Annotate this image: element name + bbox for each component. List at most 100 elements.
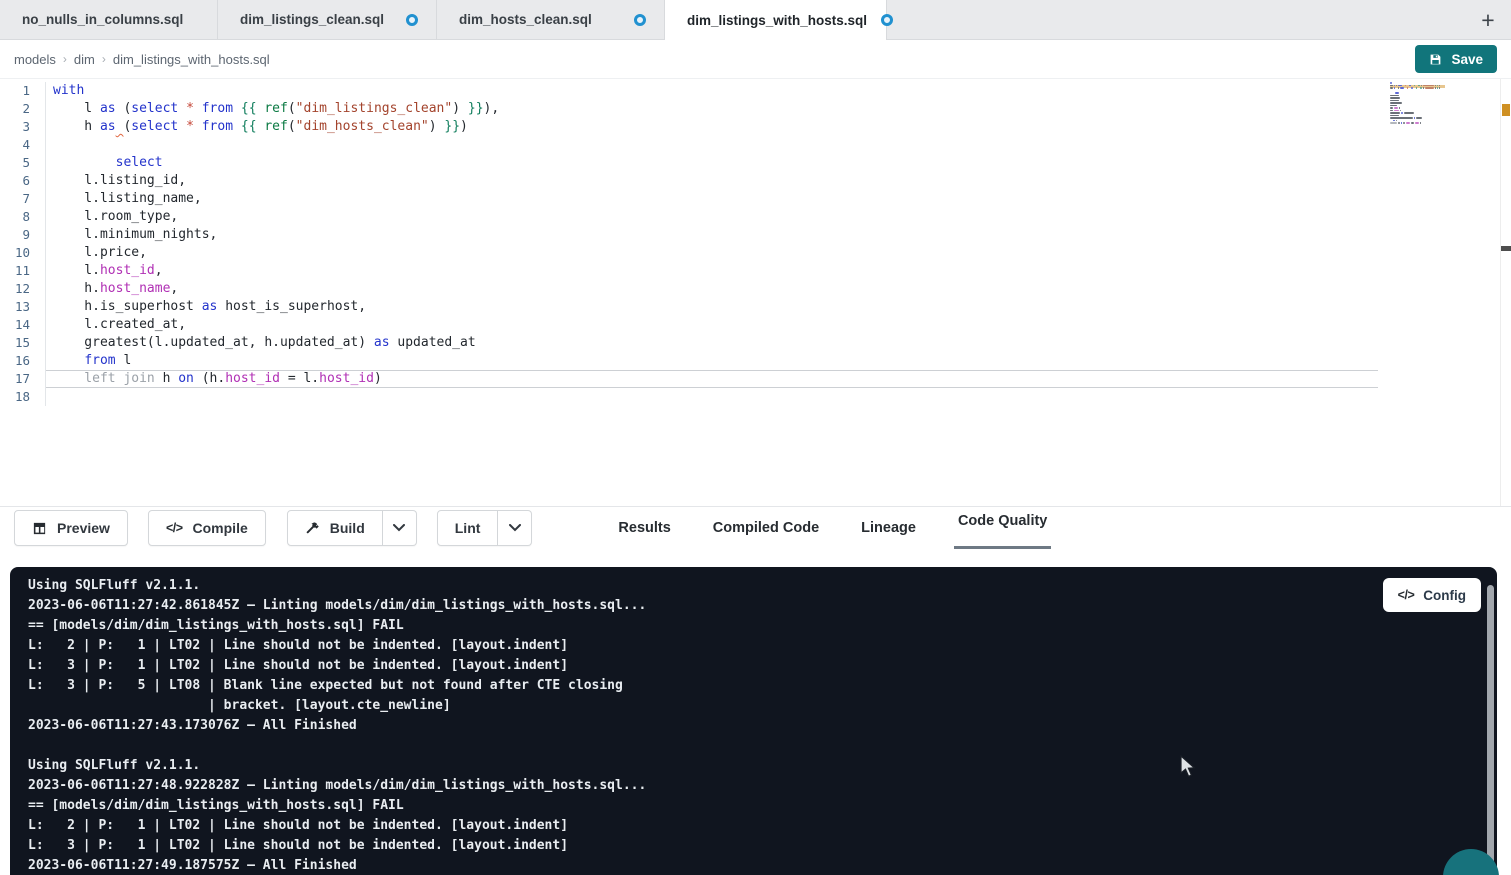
chevron-right-icon: › <box>102 52 106 66</box>
line-number: 4 <box>0 136 45 154</box>
line-number: 8 <box>0 208 45 226</box>
terminal-scrollbar[interactable] <box>1487 585 1494 871</box>
code-line[interactable]: 1with <box>0 82 1511 100</box>
lint-dropdown-button[interactable] <box>498 510 532 546</box>
terminal-line: L: 3 | P: 1 | LT02 | Line should not be … <box>28 656 1497 676</box>
code-text: greatest(l.updated_at, h.updated_at) as … <box>45 334 1378 352</box>
terminal-line: 2023-06-06T11:27:43.173076Z — All Finish… <box>28 716 1497 736</box>
chevron-right-icon: › <box>63 52 67 66</box>
breadcrumb-item-dim[interactable]: dim <box>74 52 95 67</box>
warning-marker <box>1502 104 1510 116</box>
code-brackets-icon: </> <box>1398 588 1415 602</box>
lint-label: Lint <box>455 520 481 536</box>
code-line[interactable]: 15 greatest(l.updated_at, h.updated_at) … <box>0 334 1511 352</box>
terminal-line: == [models/dim/dim_listings_with_hosts.s… <box>28 796 1497 816</box>
save-label: Save <box>1451 52 1483 67</box>
floppy-disk-icon <box>1429 53 1442 66</box>
code-line[interactable]: 5 select <box>0 154 1511 172</box>
terminal-line: == [models/dim/dim_listings_with_hosts.s… <box>28 616 1497 636</box>
code-line[interactable]: 6 l.listing_id, <box>0 172 1511 190</box>
file-tab[interactable]: no_nulls_in_columns.sql <box>0 0 218 39</box>
code-text: h.host_name, <box>45 280 1378 298</box>
code-line[interactable]: 10 l.price, <box>0 244 1511 262</box>
cursor-marker <box>1501 246 1511 251</box>
tab-code-quality[interactable]: Code Quality <box>954 507 1051 549</box>
breadcrumb-item-file: dim_listings_with_hosts.sql <box>113 52 270 67</box>
preview-button[interactable]: Preview <box>14 510 128 546</box>
code-editor[interactable]: 1with2 l as (select * from {{ ref("dim_l… <box>0 79 1511 506</box>
chevron-down-icon <box>393 524 405 532</box>
code-line[interactable]: 8 l.room_type, <box>0 208 1511 226</box>
build-label: Build <box>330 520 365 536</box>
code-line[interactable]: 3 h as (select * from {{ ref("dim_hosts_… <box>0 118 1511 136</box>
code-text: l as (select * from {{ ref("dim_listings… <box>45 100 1378 118</box>
code-line[interactable]: 12 h.host_name, <box>0 280 1511 298</box>
compile-button[interactable]: </> Compile <box>148 510 266 546</box>
build-dropdown-button[interactable] <box>383 510 417 546</box>
terminal-line: 2023-06-06T11:27:48.922828Z — Linting mo… <box>28 776 1497 796</box>
save-button[interactable]: Save <box>1415 45 1497 73</box>
lint-button[interactable]: Lint <box>437 510 499 546</box>
code-line[interactable]: 17 left join h on (h.host_id = l.host_id… <box>0 370 1511 388</box>
line-number: 10 <box>0 244 45 262</box>
file-tab-label: dim_hosts_clean.sql <box>459 12 592 27</box>
code-text: l.price, <box>45 244 1378 262</box>
minimap[interactable] <box>1390 82 1445 128</box>
line-number: 5 <box>0 154 45 172</box>
code-text: from l <box>45 352 1378 370</box>
file-tab[interactable]: dim_hosts_clean.sql <box>437 0 665 39</box>
lint-output-terminal: Using SQLFluff v2.1.1.2023-06-06T11:27:4… <box>10 567 1497 875</box>
code-line[interactable]: 11 l.host_id, <box>0 262 1511 280</box>
code-text: l.listing_name, <box>45 190 1378 208</box>
terminal-line: L: 3 | P: 1 | LT02 | Line should not be … <box>28 836 1497 856</box>
unsaved-changes-dot-icon <box>881 14 893 26</box>
code-line[interactable]: 7 l.listing_name, <box>0 190 1511 208</box>
line-number: 6 <box>0 172 45 190</box>
file-tab[interactable]: dim_listings_with_hosts.sql <box>665 0 887 40</box>
table-grid-icon <box>32 521 47 536</box>
terminal-line: L: 2 | P: 1 | LT02 | Line should not be … <box>28 816 1497 836</box>
tab-compiled-code[interactable]: Compiled Code <box>709 507 823 549</box>
unsaved-changes-dot-icon <box>634 14 646 26</box>
code-text: with <box>45 82 1378 100</box>
tab-lineage[interactable]: Lineage <box>857 507 920 549</box>
code-line[interactable]: 2 l as (select * from {{ ref("dim_listin… <box>0 100 1511 118</box>
terminal-line: 2023-06-06T11:27:42.861845Z — Linting mo… <box>28 596 1497 616</box>
chevron-down-icon <box>509 524 521 532</box>
line-number: 15 <box>0 334 45 352</box>
terminal-line: Using SQLFluff v2.1.1. <box>28 576 1497 596</box>
breadcrumb-bar: models › dim › dim_listings_with_hosts.s… <box>0 40 1511 79</box>
line-number: 11 <box>0 262 45 280</box>
tab-results[interactable]: Results <box>614 507 674 549</box>
config-button[interactable]: </> Config <box>1383 578 1481 612</box>
terminal-output[interactable]: Using SQLFluff v2.1.1.2023-06-06T11:27:4… <box>10 567 1497 875</box>
breadcrumb: models › dim › dim_listings_with_hosts.s… <box>14 52 270 67</box>
file-tab-label: no_nulls_in_columns.sql <box>22 12 183 27</box>
file-tab-label: dim_listings_clean.sql <box>240 12 384 27</box>
overview-ruler[interactable] <box>1500 79 1511 506</box>
config-label: Config <box>1423 588 1466 603</box>
code-line[interactable]: 13 h.is_superhost as host_is_superhost, <box>0 298 1511 316</box>
line-number: 16 <box>0 352 45 370</box>
code-line[interactable]: 4 <box>0 136 1511 154</box>
code-line[interactable]: 9 l.minimum_nights, <box>0 226 1511 244</box>
code-line[interactable]: 14 l.created_at, <box>0 316 1511 334</box>
line-number: 18 <box>0 388 45 406</box>
code-text: h.is_superhost as host_is_superhost, <box>45 298 1378 316</box>
breadcrumb-item-models[interactable]: models <box>14 52 56 67</box>
code-text <box>45 136 1378 154</box>
terminal-line <box>28 736 1497 756</box>
terminal-line: L: 2 | P: 1 | LT02 | Line should not be … <box>28 636 1497 656</box>
build-button[interactable]: Build <box>287 510 383 546</box>
code-line[interactable]: 18 <box>0 388 1511 406</box>
line-number: 13 <box>0 298 45 316</box>
code-line[interactable]: 16 from l <box>0 352 1511 370</box>
hammer-icon <box>305 521 320 536</box>
line-number: 12 <box>0 280 45 298</box>
line-number: 7 <box>0 190 45 208</box>
line-number: 2 <box>0 100 45 118</box>
file-tab[interactable]: dim_listings_clean.sql <box>218 0 437 39</box>
code-content[interactable]: 1with2 l as (select * from {{ ref("dim_l… <box>0 79 1511 406</box>
code-text: h as (select * from {{ ref("dim_hosts_cl… <box>45 118 1378 136</box>
new-tab-button[interactable]: + <box>1471 0 1505 40</box>
